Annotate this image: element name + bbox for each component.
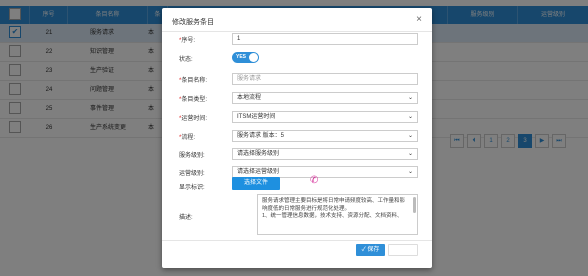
type-label: *条目类型:	[179, 97, 208, 103]
status-label: 状态:	[179, 57, 193, 63]
chevron-down-icon: ⌄	[407, 133, 413, 139]
chevron-down-icon: ⌄	[407, 169, 413, 175]
footer-divider	[162, 240, 432, 241]
name-label: *条目名称:	[179, 78, 208, 84]
cancel-button[interactable]: 取消	[388, 244, 418, 256]
description-textarea[interactable]: 服务请求管理主要目标是将日常申请频度较高、工作量和影响度低的日常服务进行规范化处…	[257, 194, 418, 235]
icon-label: 显示标识:	[179, 185, 205, 191]
flow-label: *流程:	[179, 135, 196, 141]
save-button[interactable]: ✓ 保存	[356, 244, 385, 256]
type-select[interactable]: 本地流程 ⌄	[232, 92, 418, 104]
description-text: 服务请求管理主要目标是将日常申请频度较高、工作量和影响度低的日常服务进行规范化处…	[262, 198, 406, 220]
divider	[162, 31, 432, 32]
close-icon[interactable]: ×	[416, 14, 422, 25]
phone-icon: ✆	[310, 175, 319, 186]
service-level-select[interactable]: 请选择服务级别 ⌄	[232, 148, 418, 160]
seq-input[interactable]: 1	[232, 33, 418, 45]
chevron-down-icon: ⌄	[407, 114, 413, 120]
desc-label: 描述:	[179, 215, 193, 221]
chevron-down-icon: ⌄	[407, 95, 413, 101]
ops-time-select[interactable]: ITSM运营时间 ⌄	[232, 111, 418, 123]
chevron-down-icon: ⌄	[407, 151, 413, 157]
textarea-scrollbar[interactable]	[413, 197, 416, 213]
status-toggle[interactable]: YES	[232, 52, 259, 63]
edit-service-item-dialog: 修改服务条目 × *序号: 1 状态: YES *条目名称: 服务请求 *条目类…	[162, 8, 432, 268]
ops-time-label: *运营时间:	[179, 116, 208, 122]
seq-label: *序号:	[179, 38, 196, 44]
flow-select[interactable]: 服务请求 版本：5 ⌄	[232, 130, 418, 142]
ops-level-label: 运营级别:	[179, 171, 205, 177]
name-input[interactable]: 服务请求	[232, 73, 418, 85]
choose-file-button[interactable]: 选择文件	[232, 177, 280, 190]
service-level-label: 服务级别:	[179, 153, 205, 159]
dialog-title: 修改服务条目	[172, 19, 214, 26]
